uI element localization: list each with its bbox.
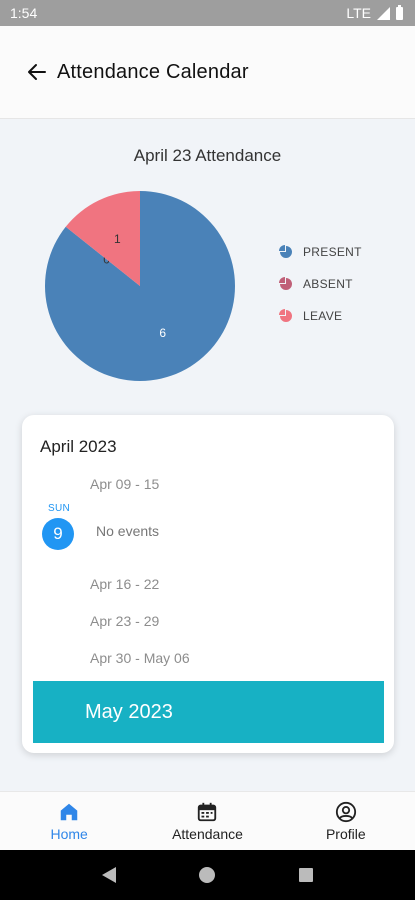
pie-chart-icon [279, 245, 292, 258]
triangle-back-icon [102, 867, 117, 883]
system-back-button[interactable] [99, 865, 119, 885]
signal-icon [377, 6, 390, 20]
week-row[interactable]: Apr 16 - 22 [90, 576, 159, 592]
calendar-icon [198, 802, 217, 821]
pie-value-label-leave: 1 [114, 232, 121, 246]
nav-profile[interactable]: Profile [286, 801, 406, 842]
back-button[interactable] [17, 52, 57, 92]
week-row[interactable]: Apr 09 - 15 [90, 476, 159, 492]
system-home-button[interactable] [197, 865, 217, 885]
selected-day[interactable]: SUN 9 [42, 503, 76, 550]
app-bar: Attendance Calendar [0, 26, 415, 119]
chart-title: April 23 Attendance [133, 146, 282, 165]
pie-value-label-present: 6 [159, 326, 166, 340]
nav-home[interactable]: Home [9, 801, 129, 842]
system-recents-button[interactable] [296, 865, 316, 885]
status-bar: 1:54 LTE [0, 0, 415, 26]
nav-label: Profile [325, 825, 366, 842]
day-abbreviation: SUN [47, 503, 70, 514]
legend-item-present[interactable]: PRESENT [279, 236, 362, 268]
nav-label: Home [50, 825, 88, 842]
legend-label: ABSENT [303, 277, 353, 291]
arrow-back-icon [28, 64, 46, 80]
pie-chart-icon [279, 309, 292, 322]
battery-icon [396, 4, 403, 20]
nav-label: Attendance [172, 825, 243, 842]
pie-chart-icon [279, 277, 292, 290]
no-events-text: No events [96, 523, 160, 539]
status-time: 1:54 [10, 5, 38, 21]
legend-item-leave[interactable]: LEAVE [279, 300, 362, 332]
status-icons: LTE [346, 4, 403, 21]
circle-home-icon [199, 867, 216, 883]
legend-item-absent[interactable]: ABSENT [279, 268, 362, 300]
chart-legend: PRESENT ABSENT LEAVE [279, 236, 362, 332]
day-number: 9 [42, 518, 74, 550]
page-title: Attendance Calendar [57, 60, 249, 83]
home-icon [60, 803, 78, 820]
next-month-header[interactable]: May 2023 [33, 681, 384, 743]
network-label: LTE [346, 5, 371, 21]
system-navigation-bar [0, 850, 415, 900]
pie-svg: 601 [44, 191, 235, 382]
nav-attendance[interactable]: Attendance [147, 801, 267, 842]
week-row[interactable]: Apr 30 - May 06 [90, 650, 190, 666]
week-row[interactable]: Apr 23 - 29 [90, 613, 159, 629]
legend-label: PRESENT [303, 245, 362, 259]
account-circle-icon [335, 801, 356, 822]
bottom-navigation: Home Attendance Profile [0, 791, 415, 850]
legend-label: LEAVE [303, 309, 343, 323]
month-title: April 2023 [40, 437, 117, 456]
calendar-card: April 2023 Apr 09 - 15 SUN 9 No events A… [22, 415, 394, 753]
attendance-pie-chart: 601 [40, 186, 240, 386]
square-recents-icon [298, 868, 313, 882]
